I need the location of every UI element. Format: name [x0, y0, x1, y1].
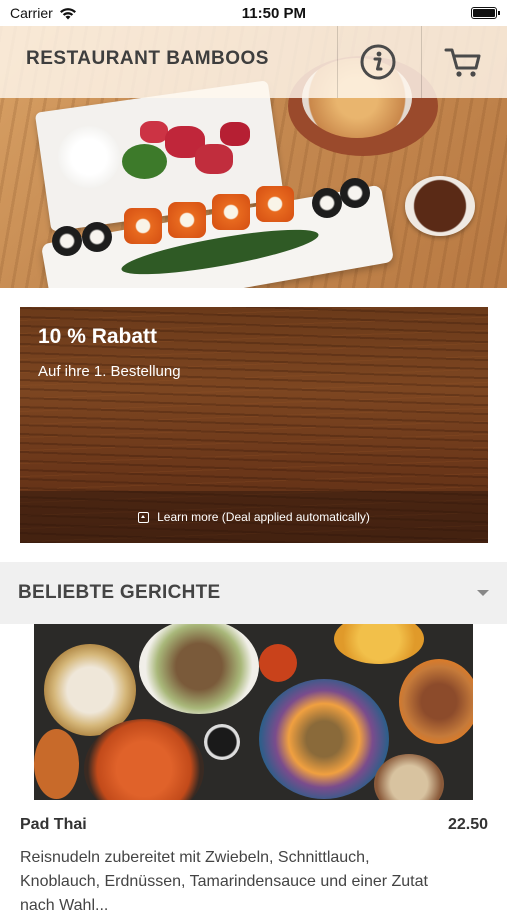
- sushi-roll: [52, 226, 82, 256]
- category-image: [34, 624, 473, 800]
- dish-description: Reisnudeln zubereitet mit Zwiebeln, Schn…: [20, 849, 428, 914]
- wifi-icon: [59, 7, 76, 19]
- status-time: 11:50 PM: [241, 4, 306, 22]
- cart-icon: [444, 48, 481, 77]
- promo-title: 10 % Rabatt: [38, 325, 158, 348]
- status-left: Carrier: [10, 5, 77, 21]
- sushi-roll: [82, 222, 112, 252]
- sushi-roll: [124, 208, 162, 244]
- status-bar: Carrier 11:50 PM: [0, 0, 507, 26]
- restaurant-title: RESTAURANT BAMBOOS: [26, 48, 269, 69]
- cart-button[interactable]: [442, 42, 484, 82]
- info-button[interactable]: [358, 42, 398, 82]
- expand-up-icon: [138, 511, 150, 523]
- category-title: BELIEBTE GERICHTE: [18, 582, 221, 603]
- chevron-down-icon: [477, 590, 489, 596]
- sauce-bowl: [405, 176, 475, 236]
- dish-price: 22.50: [447, 816, 488, 833]
- promo-subtitle: Auf ihre 1. Bestellung: [38, 363, 181, 380]
- sushi-roll: [168, 202, 206, 238]
- carrier-label: Carrier: [10, 5, 53, 21]
- promo-card[interactable]: 10 % Rabatt Auf ihre 1. Bestellung Learn…: [20, 307, 488, 543]
- sushi-roll: [256, 186, 294, 222]
- category-header[interactable]: BELIEBTE GERICHTE: [0, 562, 507, 624]
- header-divider: [337, 26, 338, 98]
- sushi-roll: [340, 178, 370, 208]
- sushi-roll: [312, 188, 342, 218]
- app-header: RESTAURANT BAMBOOS: [0, 26, 507, 98]
- info-icon: [360, 44, 396, 80]
- learn-more-label: Learn more (Deal applied automatically): [157, 510, 370, 524]
- header-divider: [421, 26, 422, 98]
- battery-icon: [471, 7, 500, 19]
- sushi-roll: [212, 194, 250, 230]
- dish-name[interactable]: Pad Thai: [20, 816, 87, 834]
- promo-learn-more[interactable]: Learn more (Deal applied automatically): [20, 491, 488, 543]
